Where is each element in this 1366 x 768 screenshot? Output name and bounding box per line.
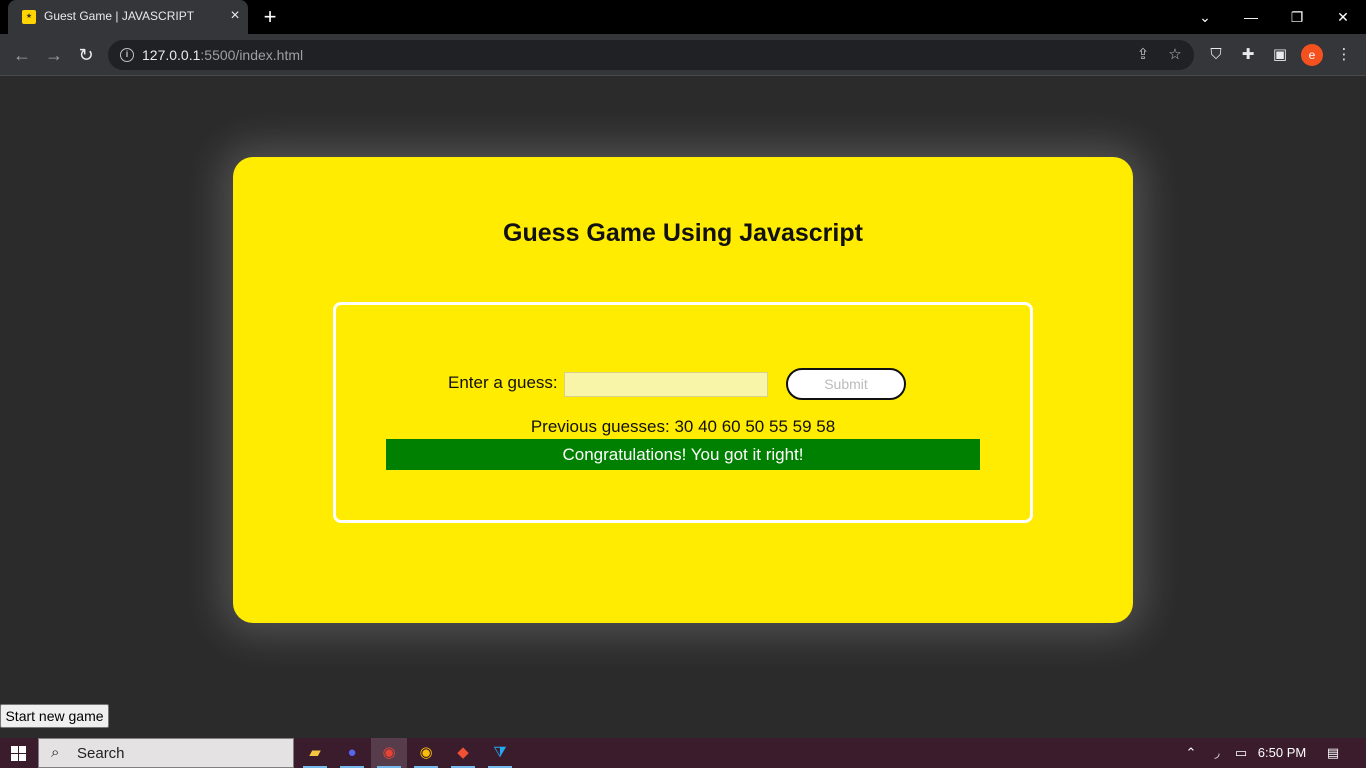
start-new-game-button[interactable]: Start new game bbox=[0, 704, 109, 728]
window-close-icon[interactable]: ✕ bbox=[1320, 4, 1366, 30]
star-icon[interactable]: ☆ bbox=[1164, 44, 1186, 66]
tab-guest-game[interactable]: ★ Guest Game | JAVASCRIPT × bbox=[8, 0, 248, 34]
forward-icon[interactable]: → bbox=[42, 43, 66, 67]
url-host: 127.0.0.1 bbox=[142, 47, 201, 63]
reload-icon[interactable]: ↻ bbox=[74, 43, 98, 67]
browser-tab-strip: ★ Guest Game | JAVASCRIPT × + ⌄ — ❐ ✕ bbox=[0, 0, 1366, 34]
url-text[interactable]: 127.0.0.1:5500/index.html bbox=[142, 47, 303, 63]
favicon-icon: ★ bbox=[22, 10, 36, 24]
taskbar: ⌕ Search ▰ ● ◉ ◉ ◆ ⧩ ⌃ ◞ ▭ 6:50 PM ▤ bbox=[0, 738, 1366, 768]
tab-title: Guest Game | JAVASCRIPT bbox=[44, 9, 195, 23]
search-placeholder: Search bbox=[77, 745, 125, 762]
previous-guesses: Previous guesses: 30 40 60 50 55 59 58 bbox=[530, 417, 836, 436]
clock[interactable]: 6:50 PM bbox=[1254, 738, 1310, 768]
info-icon[interactable]: i bbox=[120, 48, 134, 62]
share-icon[interactable]: ⇪ bbox=[1132, 44, 1154, 66]
game-card: Guess Game Using Javascript Enter a gues… bbox=[233, 157, 1133, 623]
new-tab-button[interactable]: + bbox=[258, 5, 282, 29]
tab-search-icon[interactable]: ⌄ bbox=[1182, 4, 1228, 30]
discord-icon[interactable]: ● bbox=[334, 738, 370, 768]
browser-toolbar: ← → ↻ i 127.0.0.1:5500/index.html ⇪ ☆ ⛉ … bbox=[0, 34, 1366, 76]
shield-extension-icon[interactable]: ⛉ bbox=[1205, 44, 1227, 66]
windows-start-icon[interactable] bbox=[0, 738, 36, 768]
git-icon[interactable]: ◆ bbox=[445, 738, 481, 768]
profile-avatar[interactable]: e bbox=[1301, 44, 1323, 66]
side-panel-icon[interactable]: ▣ bbox=[1269, 44, 1291, 66]
taskbar-search[interactable]: ⌕ Search bbox=[38, 738, 294, 768]
notifications-icon[interactable]: ▤ bbox=[1320, 738, 1346, 768]
submit-button[interactable]: Submit bbox=[786, 368, 906, 400]
url-path: :5500/index.html bbox=[200, 47, 304, 63]
wifi-icon[interactable]: ◞ bbox=[1206, 738, 1228, 768]
puzzle-icon[interactable]: ✚ bbox=[1237, 44, 1259, 66]
back-icon[interactable]: ← bbox=[10, 43, 34, 67]
file-explorer-icon[interactable]: ▰ bbox=[297, 738, 333, 768]
menu-icon[interactable]: ⋮ bbox=[1333, 44, 1355, 66]
close-icon[interactable]: × bbox=[226, 7, 244, 25]
address-bar[interactable]: i 127.0.0.1:5500/index.html ⇪ ☆ bbox=[108, 40, 1194, 70]
result-message: Congratulations! You got it right! bbox=[386, 439, 980, 470]
page-title: Guess Game Using Javascript bbox=[503, 219, 863, 247]
vscode-icon[interactable]: ⧩ bbox=[482, 738, 518, 768]
search-icon: ⌕ bbox=[51, 744, 60, 761]
guess-label: Enter a guess: bbox=[448, 373, 558, 392]
battery-icon[interactable]: ▭ bbox=[1230, 738, 1252, 768]
guess-input[interactable] bbox=[564, 372, 768, 397]
chrome-icon[interactable]: ◉ bbox=[371, 738, 407, 768]
chrome-icon[interactable]: ◉ bbox=[408, 738, 444, 768]
page-viewport: Guess Game Using Javascript Enter a gues… bbox=[0, 77, 1366, 738]
restore-icon[interactable]: ❐ bbox=[1274, 4, 1320, 30]
minimize-icon[interactable]: — bbox=[1228, 4, 1274, 30]
guess-form: Enter a guess: Submit Previous guesses: … bbox=[333, 302, 1033, 523]
tray-chevron-icon[interactable]: ⌃ bbox=[1180, 738, 1202, 768]
